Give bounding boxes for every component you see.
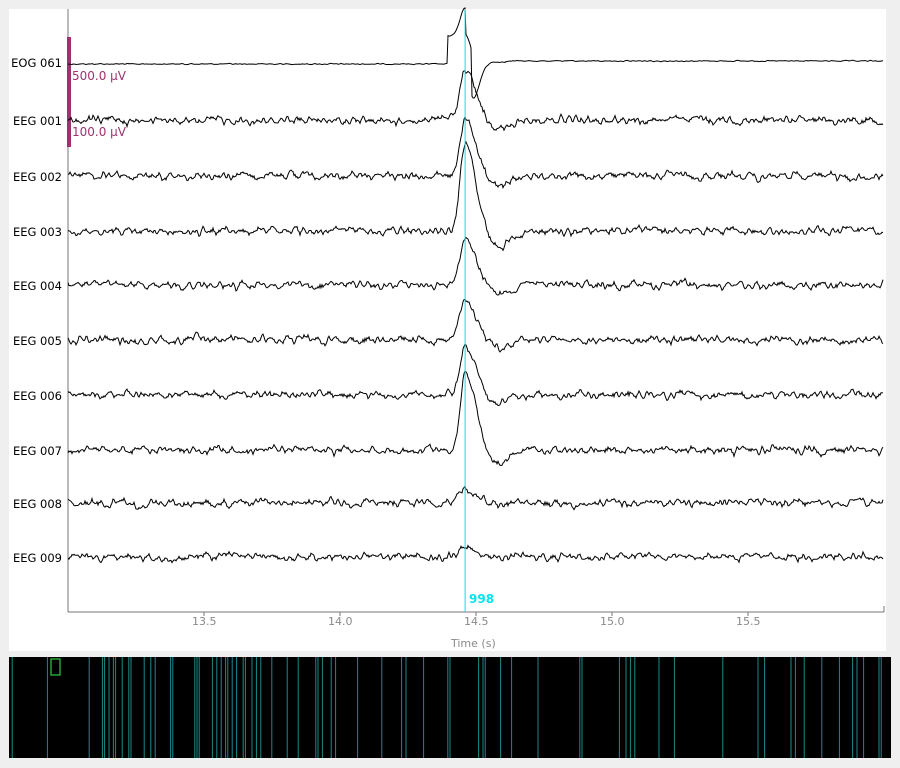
channel-trace [67,298,884,353]
channel-trace [67,485,884,511]
channel-trace [67,236,884,296]
channel-trace [67,544,884,564]
channel-trace [67,370,884,467]
channel-trace [67,343,884,407]
scale-bar-eog [67,37,71,93]
overview-view-box [50,658,61,676]
channel-trace [67,7,884,99]
channel-trace [67,140,884,252]
channel-trace [67,70,884,132]
channel-trace [68,115,884,190]
traces-plot[interactable] [0,0,900,768]
